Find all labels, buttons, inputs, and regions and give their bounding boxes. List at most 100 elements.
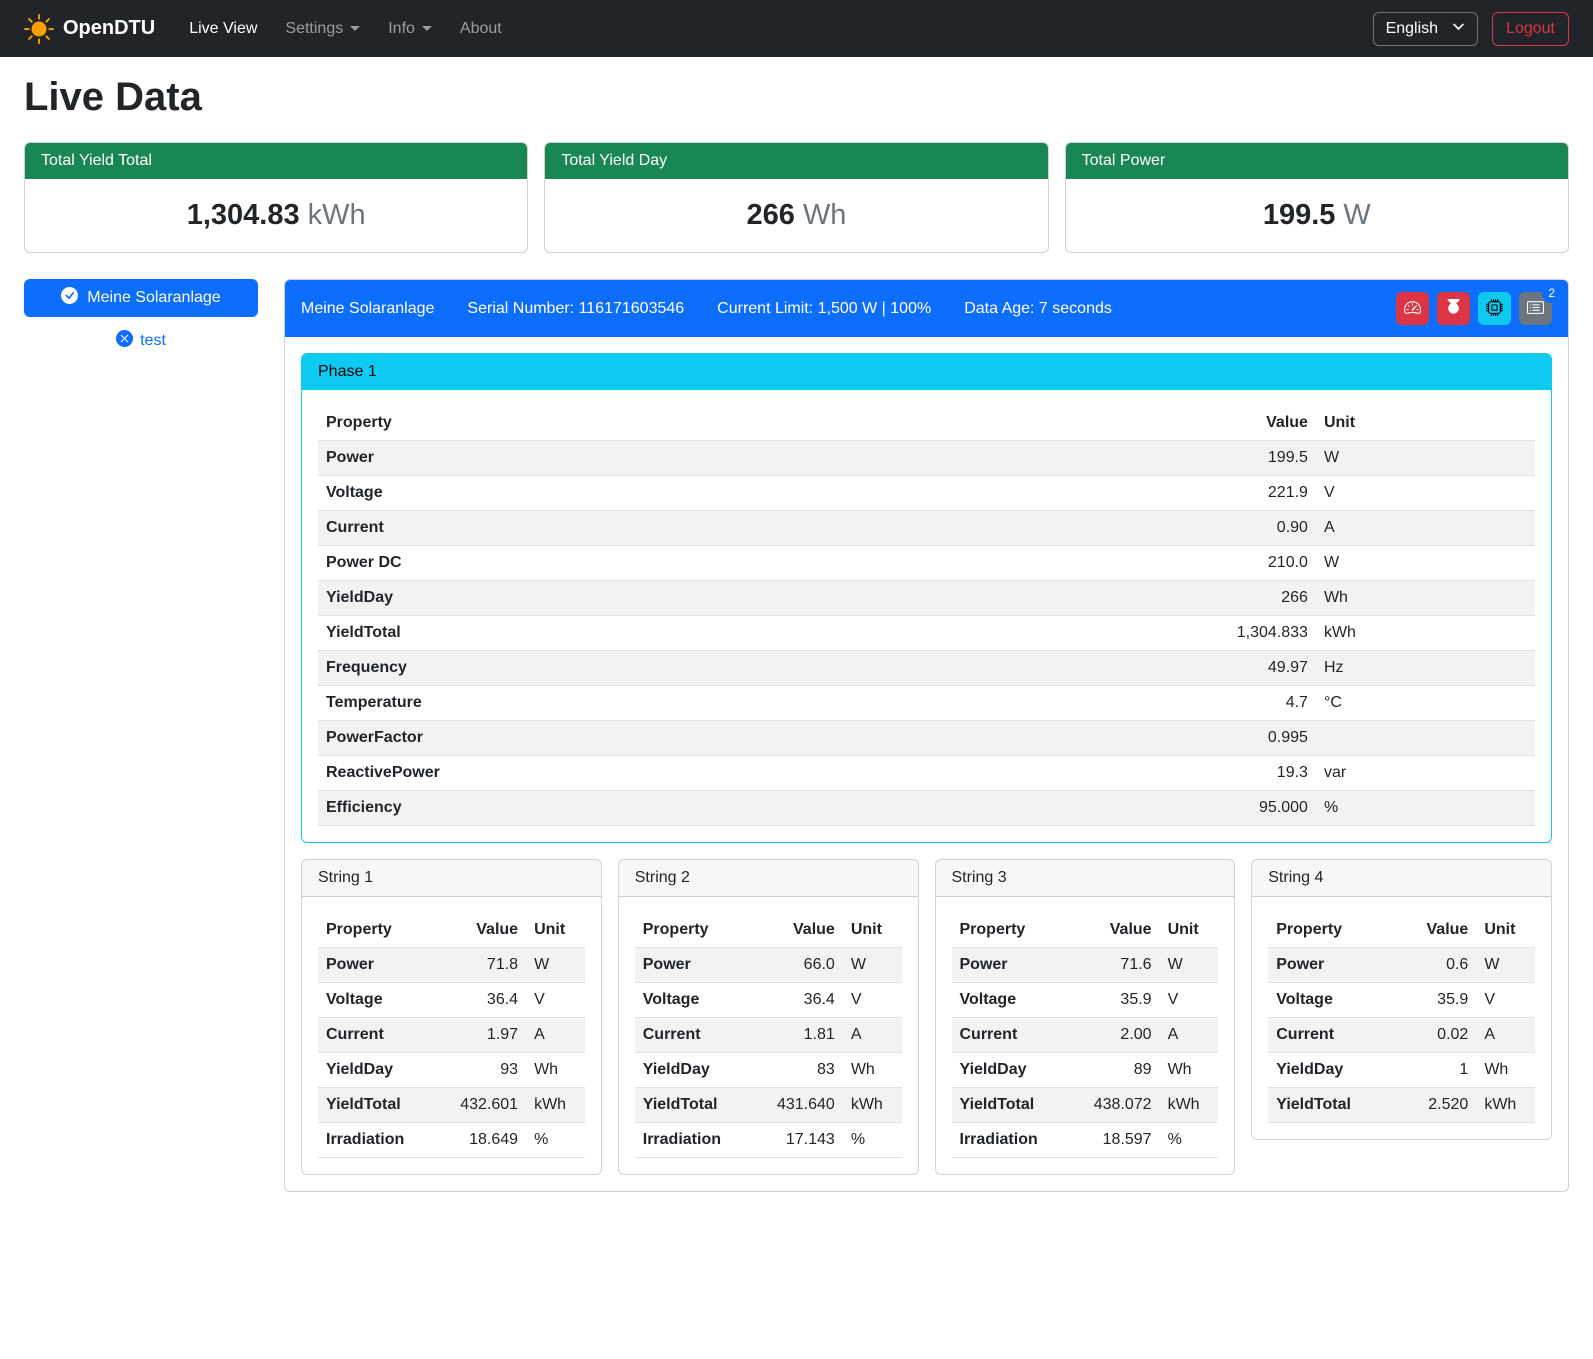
table-row: PowerFactor0.995 (318, 721, 1535, 756)
table-row: YieldTotal1,304.833kWh (318, 616, 1535, 651)
inverter-name[interactable]: Meine Solaranlage (301, 300, 434, 318)
card-value: 1,304.83 (187, 199, 300, 231)
unit-cell: V (1160, 983, 1219, 1018)
value-cell: 19.3 (1121, 756, 1316, 791)
inverter-actions: 2 (1396, 292, 1552, 325)
property-cell: YieldTotal (318, 1088, 441, 1123)
table-row: YieldDay83Wh (635, 1053, 902, 1088)
table-header-row: Property Value Unit (952, 913, 1219, 948)
card-total-yield-day: Total Yield Day 266Wh (544, 142, 1048, 253)
unit-cell: kWh (1476, 1088, 1535, 1123)
value-cell: 18.597 (1074, 1123, 1159, 1158)
string-card-body: Property Value Unit Power66.0WVoltage36.… (619, 897, 918, 1174)
property-cell: YieldTotal (952, 1088, 1075, 1123)
language-select[interactable]: English (1373, 12, 1478, 46)
string-card-body: Property Value Unit Power71.8WVoltage36.… (302, 897, 601, 1174)
table-header-row: Property Value Unit (318, 913, 585, 948)
value-cell: 1.97 (441, 1018, 526, 1053)
string-card: String 1 Property Value Unit Power71.8WV… (301, 859, 602, 1175)
page: Live Data Total Yield Total 1,304.83kWh … (0, 57, 1593, 1220)
property-cell: Voltage (318, 983, 441, 1018)
value-cell: 36.4 (757, 983, 842, 1018)
inverter-sidebar: Meine Solaranlage test (24, 279, 258, 352)
card-value: 266 (747, 199, 795, 231)
table-row: Voltage221.9V (318, 476, 1535, 511)
table-row: Voltage35.9V (1268, 983, 1535, 1018)
unit-cell: Wh (1476, 1053, 1535, 1088)
unit-cell: A (1160, 1018, 1219, 1053)
table-row: Voltage35.9V (952, 983, 1219, 1018)
logout-button[interactable]: Logout (1492, 12, 1569, 46)
value-cell: 71.6 (1074, 948, 1159, 983)
card-total-power: Total Power 199.5W (1065, 142, 1569, 253)
card-list-icon (1527, 299, 1544, 319)
inverter-card-body: Phase 1 Property Value Unit Power199.5WV… (285, 337, 1568, 1191)
nav-info[interactable]: Info (374, 12, 446, 46)
value-cell: 89 (1074, 1053, 1159, 1088)
unit-cell: kWh (1316, 616, 1535, 651)
string-table-body: Power71.6WVoltage35.9VCurrent2.00AYieldD… (952, 948, 1219, 1158)
unit-cell: kWh (526, 1088, 585, 1123)
property-cell: YieldDay (635, 1053, 758, 1088)
property-cell: Current (318, 1018, 441, 1053)
property-cell: YieldTotal (635, 1088, 758, 1123)
inverter-card-header: Meine Solaranlage Serial Number: 1161716… (285, 280, 1568, 337)
property-cell: Power (318, 441, 1121, 476)
cpu-icon (1486, 299, 1503, 319)
nav-about[interactable]: About (446, 12, 516, 46)
unit-cell: kWh (1160, 1088, 1219, 1123)
string-card-title: String 1 (302, 860, 601, 897)
unit-cell: W (843, 948, 902, 983)
property-cell: Irradiation (952, 1123, 1075, 1158)
unit-cell: % (843, 1123, 902, 1158)
brand[interactable]: OpenDTU (24, 14, 155, 44)
value-cell: 199.5 (1121, 441, 1316, 476)
limit-settings-button[interactable] (1396, 292, 1429, 325)
unit-cell: Wh (1160, 1053, 1219, 1088)
property-cell: Power (1268, 948, 1391, 983)
string-table: Property Value Unit Power71.6WVoltage35.… (952, 913, 1219, 1158)
unit-cell: Wh (843, 1053, 902, 1088)
table-row: YieldDay93Wh (318, 1053, 585, 1088)
nav-settings[interactable]: Settings (271, 12, 374, 46)
card-body: 199.5W (1066, 179, 1568, 252)
value-cell: 1 (1391, 1053, 1476, 1088)
unit-cell: A (526, 1018, 585, 1053)
power-button[interactable] (1437, 292, 1470, 325)
value-cell: 83 (757, 1053, 842, 1088)
unit-cell: °C (1316, 686, 1535, 721)
card-header: Total Yield Day (545, 143, 1047, 179)
table-row: Irradiation18.597% (952, 1123, 1219, 1158)
string-table-body: Power66.0WVoltage36.4VCurrent1.81AYieldD… (635, 948, 902, 1158)
device-info-button[interactable] (1478, 292, 1511, 325)
table-row: YieldTotal438.072kWh (952, 1088, 1219, 1123)
inverter-item-test[interactable]: test (24, 330, 258, 352)
event-count-badge: 2 (1542, 283, 1561, 303)
table-row: Temperature4.7°C (318, 686, 1535, 721)
nav-links: Live View Settings Info About (175, 12, 516, 46)
unit-cell: A (1316, 511, 1535, 546)
table-row: YieldDay1Wh (1268, 1053, 1535, 1088)
string-card: String 2 Property Value Unit Power66.0WV… (618, 859, 919, 1175)
property-cell: YieldDay (318, 1053, 441, 1088)
table-row: Power71.8W (318, 948, 585, 983)
column-header-unit: Unit (1316, 406, 1535, 441)
column-header-property: Property (635, 913, 758, 948)
inverter-select-button[interactable]: Meine Solaranlage (24, 279, 258, 317)
phase-table-body: Power199.5WVoltage221.9VCurrent0.90APowe… (318, 441, 1535, 826)
string-card-title: String 3 (936, 860, 1235, 897)
inverter-item-test-label: test (140, 332, 166, 350)
property-cell: Power DC (318, 546, 1121, 581)
table-row: YieldTotal431.640kWh (635, 1088, 902, 1123)
unit-cell: Wh (1316, 581, 1535, 616)
property-cell: Power (635, 948, 758, 983)
string-card-title: String 2 (619, 860, 918, 897)
card-unit: Wh (803, 199, 847, 231)
nav-live-view[interactable]: Live View (175, 12, 271, 46)
event-log-button[interactable]: 2 (1519, 292, 1552, 325)
table-row: YieldDay89Wh (952, 1053, 1219, 1088)
check-circle-icon (61, 287, 78, 309)
value-cell: 17.143 (757, 1123, 842, 1158)
unit-cell (1316, 721, 1535, 756)
summary-row: Total Yield Total 1,304.83kWh Total Yiel… (24, 142, 1569, 253)
